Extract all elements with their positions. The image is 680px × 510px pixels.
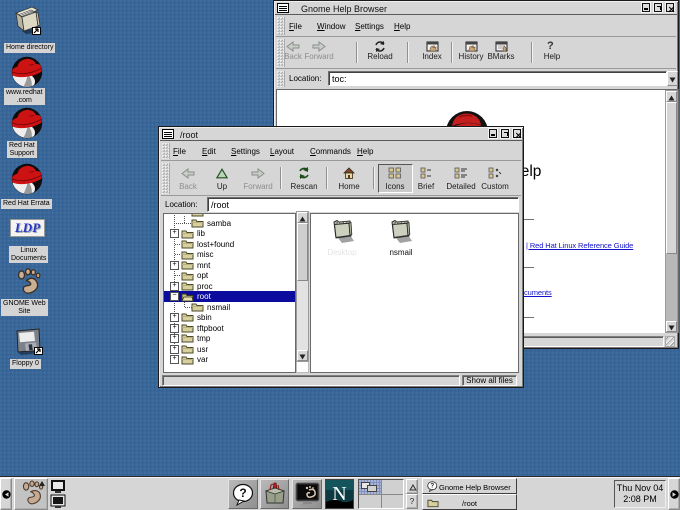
svg-text:?: ? bbox=[430, 483, 434, 490]
svg-text:N: N bbox=[332, 483, 346, 505]
svg-text:?: ? bbox=[239, 486, 246, 500]
